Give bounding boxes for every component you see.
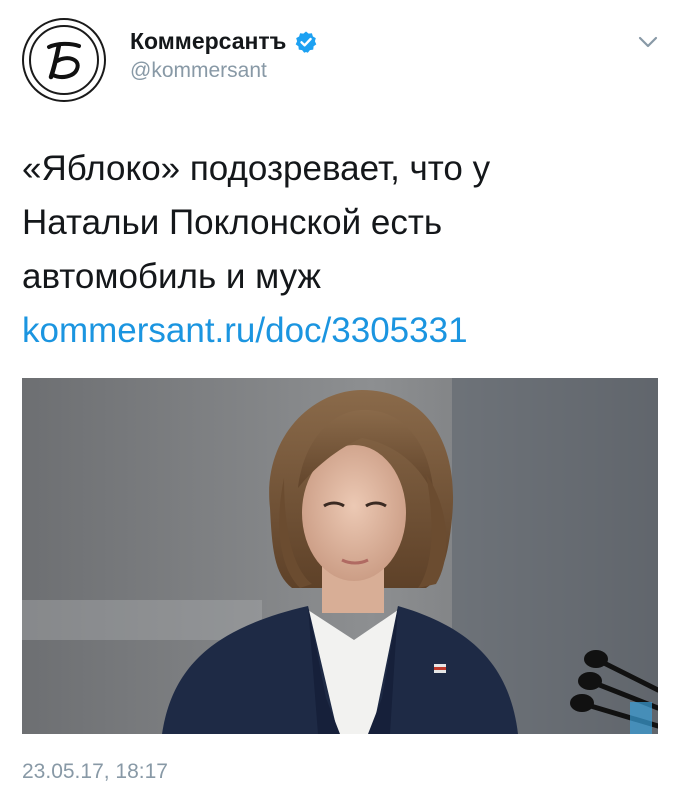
tweet-timestamp: 23.05.17, 18:17 (22, 760, 168, 783)
photo-woman-in-parliament (22, 378, 658, 734)
chevron-down-icon[interactable] (636, 30, 660, 54)
tweet-text: «Яблоко» подозревает, что у Натальи Покл… (22, 149, 491, 296)
author-name-label: Коммерсантъ (130, 28, 287, 54)
kommersant-logo-icon (47, 41, 81, 80)
avatar[interactable] (22, 18, 106, 102)
author-name[interactable]: Коммерсантъ (130, 28, 318, 55)
tweet-photo[interactable] (22, 378, 658, 734)
tweet-link[interactable]: kommersant.ru/doc/3305331 (22, 304, 468, 358)
verified-badge-icon (296, 31, 317, 53)
author-handle[interactable]: @kommersant (130, 59, 267, 83)
avatar-logo (29, 25, 99, 95)
